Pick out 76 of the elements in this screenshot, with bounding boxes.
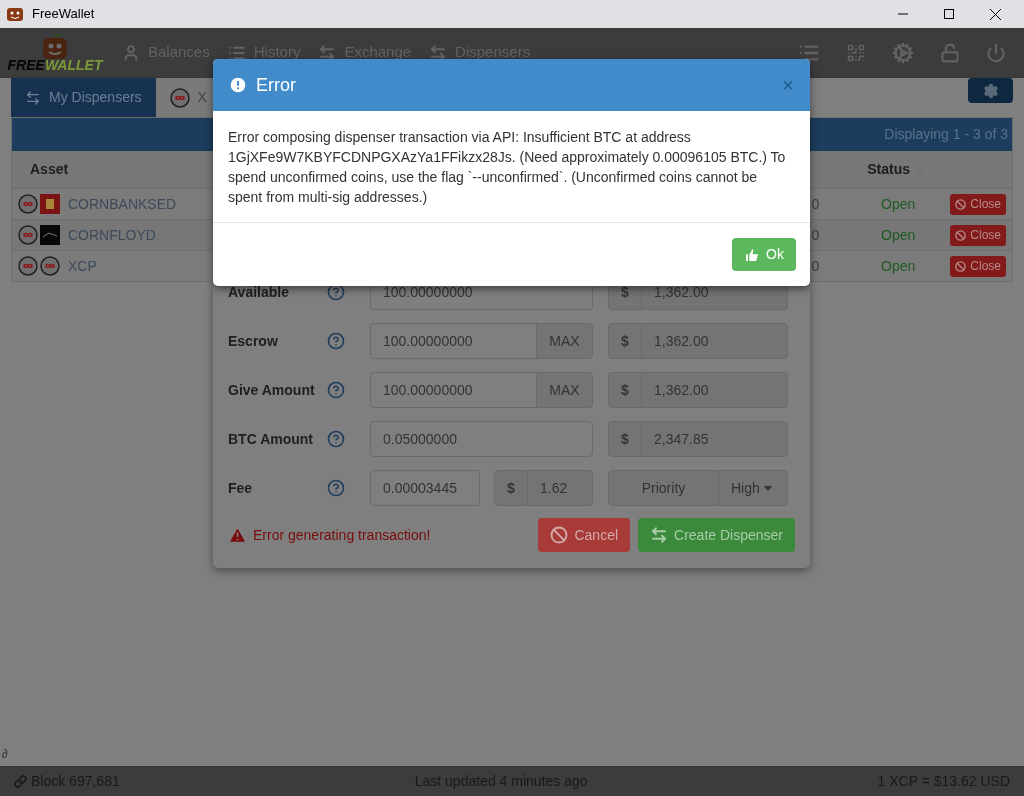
table-cell-text: 0 — [810, 225, 820, 245]
asset-name: CORNBANKSED — [68, 194, 177, 214]
error-message: Error generating transaction! — [228, 524, 431, 546]
column-header: Status — [867, 160, 910, 179]
ban-icon — [955, 229, 967, 241]
asset-name: XCP — [68, 256, 97, 276]
column-header: Asset — [29, 160, 69, 179]
asset-image-icon — [40, 225, 60, 245]
tab[interactable]: My Dispensers — [11, 78, 156, 117]
field-label: Available — [228, 286, 290, 302]
coin-icon — [169, 87, 190, 108]
settings-icon[interactable] — [892, 41, 914, 64]
window-title: FreeWallet — [32, 5, 95, 24]
close-dispenser-button[interactable]: Close — [950, 193, 1006, 215]
usd-field[interactable]: $ 2,347.85 — [608, 421, 788, 457]
settings-icon — [982, 82, 999, 99]
close-icon — [989, 8, 1001, 20]
help-icon[interactable] — [327, 381, 345, 399]
logo-icon — [40, 33, 70, 60]
asset-name: CORNFLOYD — [68, 225, 156, 245]
link-icon — [14, 775, 27, 788]
ban-icon — [955, 198, 967, 210]
status-text: Open — [880, 194, 916, 214]
asset-image-icon — [40, 194, 60, 214]
ban-icon — [550, 526, 569, 544]
double-arrow-icon — [429, 43, 448, 62]
close-dispenser-button[interactable]: Close — [950, 255, 1006, 277]
qr-code-icon[interactable] — [846, 42, 866, 63]
fee-usd-field[interactable]: $ 1.62 — [494, 470, 593, 506]
fee-input[interactable]: 0.00003445 — [370, 470, 480, 506]
coin-icon — [18, 256, 38, 276]
close-dispenser-button[interactable]: Close — [950, 224, 1006, 246]
help-icon[interactable] — [327, 430, 345, 448]
help-icon[interactable] — [327, 332, 345, 350]
help-icon[interactable] — [327, 479, 345, 497]
status-text: Open — [880, 256, 916, 276]
pagination-summary: Displaying 1 - 3 of 3 — [884, 125, 1008, 144]
field-label: Give Amount — [228, 380, 316, 400]
coin-icon — [18, 225, 38, 245]
usd-field[interactable]: $ 1,362.00 — [608, 323, 788, 359]
field-label: Fee — [228, 478, 254, 498]
alert-icon — [228, 75, 248, 95]
glyph-text: ∂ — [2, 748, 9, 760]
amount-input[interactable]: 100.00000000 MAX — [370, 323, 593, 359]
settings-button[interactable] — [968, 78, 1013, 103]
maximize-icon — [944, 9, 954, 19]
user-icon — [122, 43, 140, 62]
double-arrow-icon — [25, 89, 41, 106]
table-cell-text: 0 — [810, 194, 820, 214]
amount-input[interactable]: 0.05000000 — [370, 421, 593, 457]
usd-field[interactable]: $ 1,362.00 — [608, 372, 788, 408]
amount-input[interactable]: 100.00000000 MAX — [370, 372, 593, 408]
thumbs-up-icon — [744, 246, 761, 263]
status-text: Open — [880, 225, 916, 245]
field-label: BTC Amount — [228, 429, 315, 449]
dialog-close-button[interactable]: × — [782, 75, 794, 95]
unlock-icon[interactable] — [940, 42, 960, 63]
table-cell-text: 0 — [810, 256, 820, 276]
usd-field[interactable]: $ 1,362.00 — [608, 286, 788, 310]
app-icon — [6, 6, 24, 22]
ban-icon — [955, 260, 967, 272]
dialog-title: Error — [256, 73, 296, 97]
field-label: Escrow — [228, 331, 279, 351]
caret-icon — [763, 485, 772, 491]
error-text: Error composing dispenser transaction via API: Insufficient BTC at address 1GjXFe9W7KBYFCDNPGXAzYa1FFikzx28Js. (Need approximately 0.00096105 BTC.) To spend unconfirmed coins, use the flag `--unconfirmed`. (Unconfirmed coins cannot be spent from multi-sig addresses.) — [227, 128, 787, 207]
power-icon[interactable] — [986, 42, 1006, 63]
create-dispenser-button[interactable]: Create Dispenser — [638, 518, 795, 552]
cancel-button[interactable]: Cancel — [538, 518, 631, 552]
ok-button[interactable]: Ok — [732, 238, 796, 271]
coin-icon — [40, 256, 60, 276]
help-icon[interactable] — [327, 286, 345, 301]
double-arrow-icon — [650, 526, 669, 544]
arrows-icon — [318, 43, 337, 62]
coin-icon — [18, 194, 38, 214]
priority-field[interactable]: Priority High — [608, 470, 788, 506]
amount-input[interactable]: 100.00000000 — [370, 286, 593, 310]
